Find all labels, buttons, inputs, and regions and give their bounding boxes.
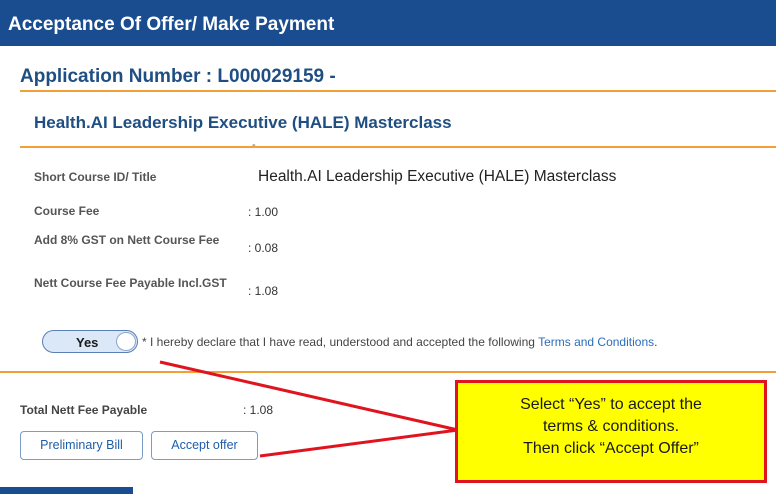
gst-label: Add 8% GST on Nett Course Fee [34, 233, 220, 247]
accept-terms-toggle[interactable]: Yes [42, 330, 138, 353]
callout-line: Select “Yes” to accept the [520, 396, 702, 413]
divider [0, 371, 776, 373]
application-number: Application Number : L000029159 - [20, 66, 336, 87]
callout-line: Then click “Accept Offer” [523, 440, 699, 457]
declaration-text: * I hereby declare that I have read, und… [142, 335, 657, 349]
declaration-period: . [654, 335, 658, 349]
nett-fee-label: Nett Course Fee Payable Incl.GST [34, 276, 227, 290]
nett-fee-value: : 1.08 [248, 284, 279, 298]
course-title-dash: - [252, 139, 256, 151]
bottom-tab [0, 487, 133, 494]
callout-line: terms & conditions. [542, 418, 680, 435]
arrow-to-accept-button [259, 428, 459, 458]
total-fee-value: : 1.08 [243, 403, 274, 417]
total-fee-label: Total Nett Fee Payable [20, 403, 148, 417]
accept-offer-button[interactable]: Accept offer [151, 431, 258, 460]
toggle-knob[interactable] [116, 332, 136, 351]
preliminary-bill-button[interactable]: Preliminary Bill [20, 431, 143, 460]
short-course-value: Health.AI Leadership Executive (HALE) Ma… [258, 168, 617, 185]
toggle-label: Yes [76, 335, 99, 350]
course-fee-value: : 1.00 [248, 205, 279, 219]
course-title: Health.AI Leadership Executive (HALE) Ma… [34, 113, 452, 132]
divider [20, 90, 776, 92]
gst-value: : 0.08 [248, 241, 279, 255]
instruction-callout: Select “Yes” to accept the terms & condi… [455, 380, 767, 483]
terms-and-conditions-link[interactable]: Terms and Conditions [538, 335, 654, 349]
divider [20, 146, 776, 148]
declaration-statement: * I hereby declare that I have read, und… [142, 335, 535, 349]
page-header: Acceptance Of Offer/ Make Payment [0, 0, 776, 46]
short-course-label: Short Course ID/ Title [34, 170, 157, 184]
course-fee-label: Course Fee [34, 204, 100, 218]
page-title: Acceptance Of Offer/ Make Payment [8, 14, 335, 35]
